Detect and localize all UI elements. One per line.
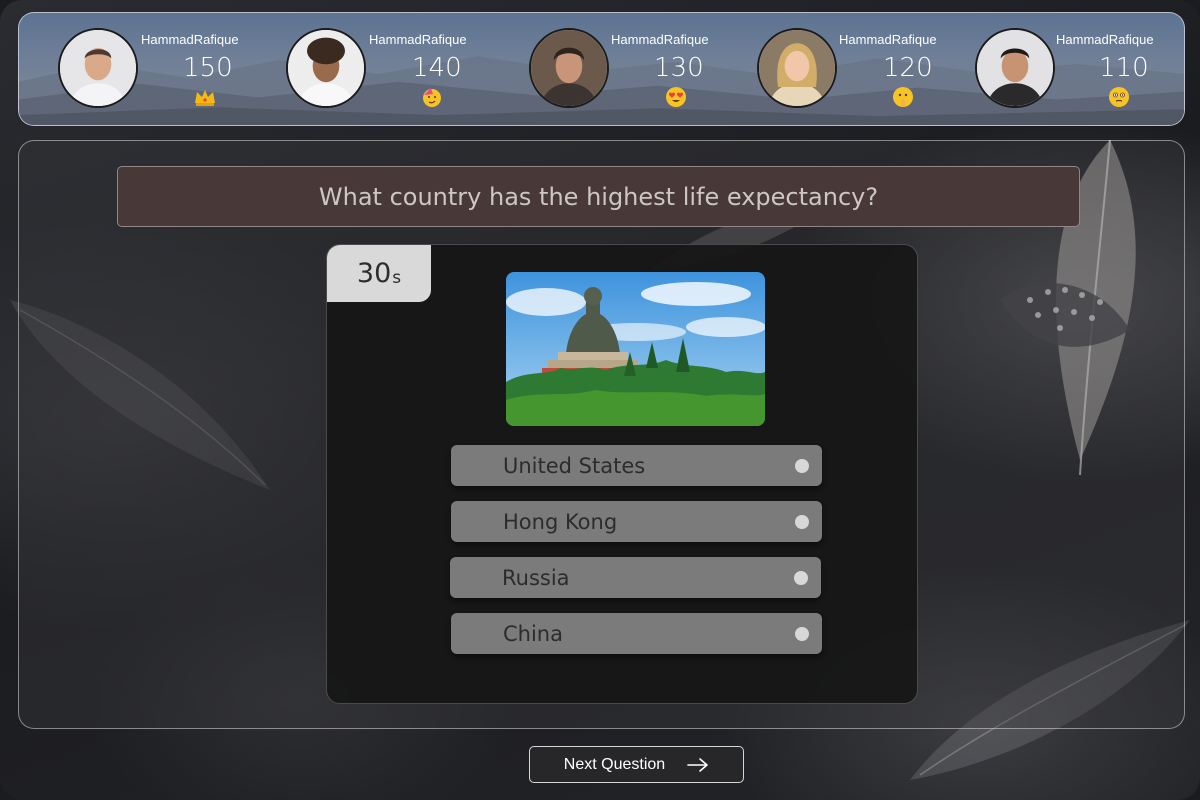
- next-question-button[interactable]: Next Question: [529, 746, 744, 783]
- player-name: HammadRafique: [141, 32, 239, 47]
- answer-option-label: China: [503, 621, 563, 646]
- crown-icon: [195, 90, 215, 106]
- leaderboard-player: HammadRafique 150: [58, 13, 278, 125]
- avatar[interactable]: [529, 28, 609, 108]
- leaderboard: HammadRafique 150 HammadRafique 140 Hamm…: [18, 12, 1185, 126]
- answer-option-label: Russia: [502, 565, 570, 590]
- player-score: 150: [183, 53, 233, 83]
- radio-button[interactable]: [795, 627, 809, 641]
- countdown-timer: 30 s: [327, 245, 431, 302]
- leaderboard-player: HammadRafique 110: [975, 13, 1184, 125]
- avatar[interactable]: [975, 28, 1055, 108]
- player-name: HammadRafique: [839, 32, 937, 47]
- player-score: 130: [654, 53, 704, 83]
- player-name: HammadRafique: [611, 32, 709, 47]
- app-background: HammadRafique 150 HammadRafique 140 Hamm…: [0, 0, 1200, 800]
- avatar[interactable]: [757, 28, 837, 108]
- avatar[interactable]: [286, 28, 366, 108]
- heart-eyes-face-icon: [666, 87, 686, 107]
- party-face-icon: [423, 88, 441, 107]
- radio-button[interactable]: [794, 571, 808, 585]
- answer-option[interactable]: United States: [451, 445, 822, 486]
- answer-option[interactable]: Hong Kong: [451, 501, 822, 542]
- player-name: HammadRafique: [369, 32, 467, 47]
- flushed-face-icon: [1109, 87, 1129, 107]
- timer-value: 30: [356, 258, 392, 289]
- question-image: [506, 272, 765, 426]
- answer-option-label: Hong Kong: [503, 509, 618, 534]
- player-score: 120: [883, 53, 933, 83]
- leaderboard-player: HammadRafique 140: [286, 13, 506, 125]
- leaderboard-player: HammadRafique 130: [529, 13, 749, 125]
- shushing-face-icon: [893, 87, 913, 107]
- next-question-label: Next Question: [563, 755, 666, 773]
- avatar[interactable]: [58, 28, 138, 108]
- player-score: 110: [1099, 53, 1149, 83]
- answer-option[interactable]: Russia: [450, 557, 821, 598]
- timer-unit: s: [392, 267, 402, 288]
- radio-button[interactable]: [795, 459, 809, 473]
- player-name: HammadRafique: [1056, 32, 1154, 47]
- leaderboard-player: HammadRafique 120: [757, 13, 977, 125]
- answer-option[interactable]: China: [451, 613, 822, 654]
- answer-option-label: United States: [503, 453, 646, 478]
- radio-button[interactable]: [795, 515, 809, 529]
- arrow-right-icon: [687, 757, 708, 772]
- question-text: What country has the highest life expect…: [117, 166, 1080, 227]
- player-score: 140: [412, 53, 462, 83]
